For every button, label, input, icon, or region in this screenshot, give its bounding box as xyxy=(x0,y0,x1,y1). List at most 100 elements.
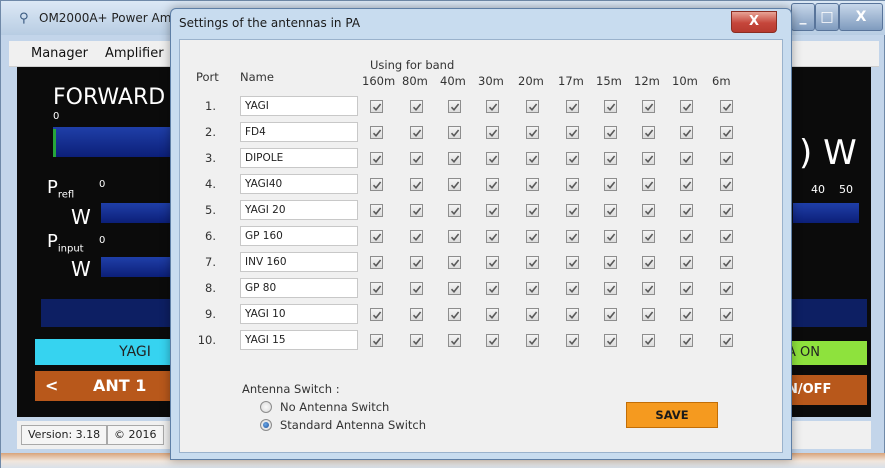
band-checkbox[interactable] xyxy=(720,256,733,269)
band-checkbox[interactable] xyxy=(370,100,383,113)
band-checkbox[interactable] xyxy=(486,126,499,139)
band-checkbox[interactable] xyxy=(526,230,539,243)
antenna-name-input[interactable] xyxy=(240,174,358,194)
band-checkbox[interactable] xyxy=(720,230,733,243)
band-checkbox[interactable] xyxy=(410,334,423,347)
band-checkbox[interactable] xyxy=(410,126,423,139)
antenna-name-input[interactable] xyxy=(240,148,358,168)
band-checkbox[interactable] xyxy=(370,334,383,347)
antenna-name-input[interactable] xyxy=(240,278,358,298)
band-checkbox[interactable] xyxy=(680,178,693,191)
antenna-name-input[interactable] xyxy=(240,96,358,116)
band-checkbox[interactable] xyxy=(410,256,423,269)
band-checkbox[interactable] xyxy=(720,178,733,191)
band-checkbox[interactable] xyxy=(486,308,499,321)
band-checkbox[interactable] xyxy=(448,152,461,165)
band-checkbox[interactable] xyxy=(720,204,733,217)
band-checkbox[interactable] xyxy=(604,308,617,321)
radio-no-antenna-switch[interactable] xyxy=(260,401,272,413)
band-checkbox[interactable] xyxy=(410,282,423,295)
band-checkbox[interactable] xyxy=(410,308,423,321)
band-checkbox[interactable] xyxy=(680,100,693,113)
band-checkbox[interactable] xyxy=(680,152,693,165)
band-checkbox[interactable] xyxy=(370,308,383,321)
band-checkbox[interactable] xyxy=(642,334,655,347)
band-checkbox[interactable] xyxy=(526,256,539,269)
band-checkbox[interactable] xyxy=(410,152,423,165)
band-checkbox[interactable] xyxy=(642,230,655,243)
band-checkbox[interactable] xyxy=(448,230,461,243)
antenna-name-input[interactable] xyxy=(240,252,358,272)
band-checkbox[interactable] xyxy=(604,334,617,347)
dialog-close-button[interactable]: X xyxy=(731,11,777,33)
band-checkbox[interactable] xyxy=(642,282,655,295)
band-checkbox[interactable] xyxy=(370,282,383,295)
band-checkbox[interactable] xyxy=(566,334,579,347)
band-checkbox[interactable] xyxy=(566,152,579,165)
band-checkbox[interactable] xyxy=(448,256,461,269)
band-checkbox[interactable] xyxy=(680,230,693,243)
band-checkbox[interactable] xyxy=(526,152,539,165)
band-checkbox[interactable] xyxy=(370,204,383,217)
band-checkbox[interactable] xyxy=(486,204,499,217)
band-checkbox[interactable] xyxy=(566,308,579,321)
band-checkbox[interactable] xyxy=(526,204,539,217)
band-checkbox[interactable] xyxy=(486,334,499,347)
band-checkbox[interactable] xyxy=(680,126,693,139)
band-checkbox[interactable] xyxy=(526,100,539,113)
band-checkbox[interactable] xyxy=(720,282,733,295)
band-checkbox[interactable] xyxy=(604,126,617,139)
antenna-name-input[interactable] xyxy=(240,226,358,246)
band-checkbox[interactable] xyxy=(370,126,383,139)
band-checkbox[interactable] xyxy=(526,334,539,347)
menu-amplifier[interactable]: Amplifier xyxy=(105,46,164,61)
band-checkbox[interactable] xyxy=(642,100,655,113)
band-checkbox[interactable] xyxy=(604,178,617,191)
save-button[interactable]: SAVE xyxy=(626,402,718,428)
band-checkbox[interactable] xyxy=(566,178,579,191)
band-checkbox[interactable] xyxy=(680,308,693,321)
band-checkbox[interactable] xyxy=(680,282,693,295)
band-checkbox[interactable] xyxy=(448,334,461,347)
band-checkbox[interactable] xyxy=(604,230,617,243)
band-checkbox[interactable] xyxy=(486,152,499,165)
band-checkbox[interactable] xyxy=(604,152,617,165)
band-checkbox[interactable] xyxy=(604,100,617,113)
main-close-button[interactable]: X xyxy=(839,3,883,31)
band-checkbox[interactable] xyxy=(448,100,461,113)
band-checkbox[interactable] xyxy=(448,204,461,217)
radio-standard-antenna-switch[interactable] xyxy=(260,419,272,431)
band-checkbox[interactable] xyxy=(448,126,461,139)
antenna-name-input[interactable] xyxy=(240,330,358,350)
band-checkbox[interactable] xyxy=(642,308,655,321)
antenna-name-input[interactable] xyxy=(240,304,358,324)
band-checkbox[interactable] xyxy=(720,334,733,347)
band-checkbox[interactable] xyxy=(642,256,655,269)
band-checkbox[interactable] xyxy=(566,230,579,243)
band-checkbox[interactable] xyxy=(566,126,579,139)
band-checkbox[interactable] xyxy=(370,152,383,165)
band-checkbox[interactable] xyxy=(526,178,539,191)
band-checkbox[interactable] xyxy=(370,178,383,191)
band-checkbox[interactable] xyxy=(680,334,693,347)
band-checkbox[interactable] xyxy=(642,152,655,165)
band-checkbox[interactable] xyxy=(410,204,423,217)
band-checkbox[interactable] xyxy=(410,178,423,191)
band-checkbox[interactable] xyxy=(448,282,461,295)
band-checkbox[interactable] xyxy=(410,100,423,113)
band-checkbox[interactable] xyxy=(720,126,733,139)
band-checkbox[interactable] xyxy=(642,178,655,191)
band-checkbox[interactable] xyxy=(604,282,617,295)
band-checkbox[interactable] xyxy=(566,204,579,217)
band-checkbox[interactable] xyxy=(642,126,655,139)
band-checkbox[interactable] xyxy=(566,256,579,269)
menu-manager[interactable]: Manager xyxy=(31,46,88,61)
antenna-name-input[interactable] xyxy=(240,200,358,220)
band-checkbox[interactable] xyxy=(526,282,539,295)
band-checkbox[interactable] xyxy=(680,204,693,217)
band-checkbox[interactable] xyxy=(448,308,461,321)
band-checkbox[interactable] xyxy=(720,152,733,165)
previous-antenna-icon[interactable]: < xyxy=(45,371,58,401)
band-checkbox[interactable] xyxy=(720,100,733,113)
band-checkbox[interactable] xyxy=(566,100,579,113)
